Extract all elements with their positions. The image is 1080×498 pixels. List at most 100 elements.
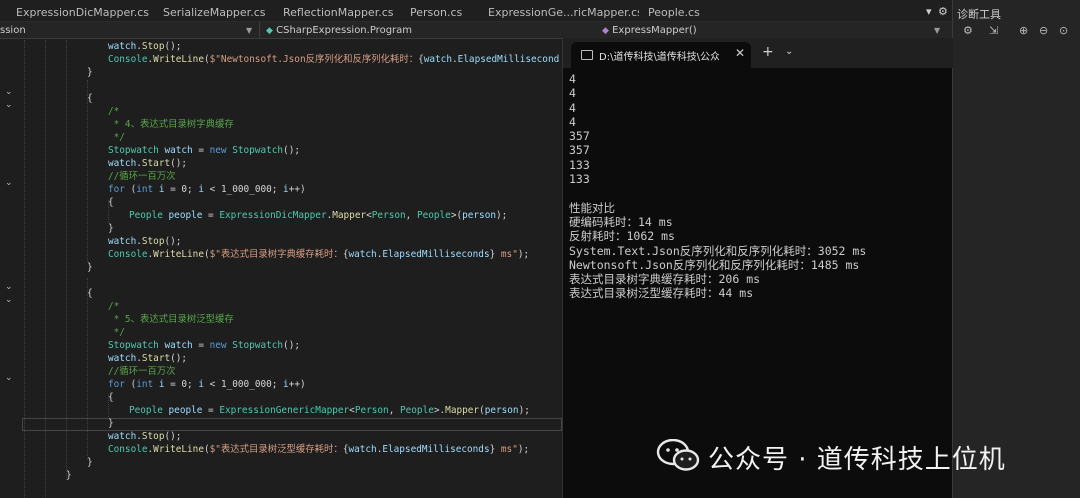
settings-icon[interactable]: ⚙ [938, 3, 948, 21]
code-token: WriteLine [153, 444, 204, 455]
code-line[interactable]: } [108, 417, 114, 430]
code-token: */ [108, 132, 125, 143]
code-token: = 0; [164, 184, 199, 195]
code-line[interactable]: People people = ExpressionGenericMapper<… [129, 404, 530, 417]
collapse-chevron-icon[interactable]: ⌄ [5, 178, 13, 188]
zoom-in-icon[interactable]: ⊕ [1019, 24, 1028, 37]
collapse-chevron-icon[interactable]: ⌄ [5, 373, 13, 383]
code-token: (); [283, 145, 300, 156]
chevron-down-icon[interactable]: ⌄ [785, 46, 793, 57]
code-token: * 5、表达式目录树泛型缓存 [108, 314, 234, 325]
code-line[interactable]: watch.Stop(); [108, 430, 181, 443]
code-line[interactable]: watch.Start(); [108, 352, 187, 365]
nav-divider [259, 22, 260, 39]
zoom-out-icon[interactable]: ⊖ [1039, 24, 1048, 37]
code-line[interactable]: Console.WriteLine($"表达式目录树泛型缓存耗时：{watch.… [108, 443, 529, 456]
code-token: Start [141, 353, 171, 364]
code-line[interactable]: Console.WriteLine($"表达式目录树字典缓存耗时：{watch.… [108, 248, 529, 261]
code-token: } [87, 67, 93, 78]
code-token: People [416, 210, 451, 221]
reset-zoom-icon[interactable]: ⊙ [1059, 24, 1068, 37]
code-token: Stopwatch [108, 145, 159, 156]
code-line[interactable]: watch.Start(); [108, 157, 187, 170]
member-dropdown-label: ExpressMapper() [612, 25, 697, 36]
code-line[interactable]: Console.WriteLine($"Newtonsoft.Json反序列化和… [108, 53, 559, 66]
code-line[interactable]: } [87, 66, 93, 79]
code-token: = [202, 210, 220, 221]
collapse-chevron-icon[interactable]: ⌄ [5, 87, 13, 97]
code-token: //循环一百万次 [108, 366, 176, 377]
new-tab-button[interactable]: + [762, 44, 774, 60]
code-token: { [87, 288, 93, 299]
code-token: Console [108, 54, 148, 65]
code-line[interactable]: { [108, 196, 114, 209]
code-line[interactable]: { [108, 391, 114, 404]
code-line[interactable]: Stopwatch watch = new Stopwatch(); [108, 144, 300, 157]
code-line[interactable]: } [66, 469, 72, 482]
tab-people[interactable]: People.cs [644, 3, 719, 22]
gear-icon[interactable]: ⚙ [963, 24, 973, 37]
code-token: ExpressionGenericMapper [219, 405, 350, 416]
code-line[interactable]: /* [108, 105, 119, 118]
code-token: ElapsedMillisecond [457, 54, 560, 65]
code-token: watch [164, 340, 193, 351]
code-line[interactable]: Stopwatch watch = new Stopwatch(); [108, 339, 300, 352]
project-dropdown[interactable]: ssion ▼ [0, 22, 255, 39]
code-line[interactable]: //循环一百万次 [108, 170, 176, 183]
watermark: 公众号 · 道传科技上位机 [656, 437, 1056, 475]
code-line[interactable]: //循环一百万次 [108, 365, 176, 378]
code-line[interactable]: for (int i = 0; i < 1_000_000; i++) [108, 183, 306, 196]
code-token: Stopwatch [108, 340, 159, 351]
terminal-tab-title: D:\道传科技\道传科技\公众号 [599, 52, 719, 63]
code-line[interactable]: for (int i = 0; i < 1_000_000; i++) [108, 378, 306, 391]
member-dropdown[interactable]: ◆ ExpressMapper() ▼ [602, 22, 950, 39]
code-token: watch [108, 41, 137, 52]
code-line[interactable]: { [87, 287, 93, 300]
code-token: watch [108, 236, 137, 247]
code-line[interactable]: } [87, 261, 93, 274]
code-token: for [108, 379, 125, 390]
tab-list-dropdown-icon[interactable]: ▾ [926, 3, 932, 21]
code-token: ( [124, 379, 137, 390]
type-dropdown[interactable]: ◆ CSharpExpression.Program [266, 22, 606, 39]
tab-serialize-mapper[interactable]: SerializeMapper.cs [159, 3, 274, 22]
code-line[interactable]: } [108, 222, 114, 235]
code-line[interactable]: */ [108, 326, 125, 339]
code-line[interactable]: } [87, 456, 93, 469]
chevron-down-icon: ▼ [246, 26, 253, 35]
code-token: (); [283, 340, 300, 351]
code-line[interactable]: watch.Stop(); [108, 40, 181, 53]
code-token: Console [108, 444, 148, 455]
tab-expression-generic-mapper[interactable]: ExpressionGe...ricMapper.cs [484, 3, 639, 22]
code-token: watch [108, 431, 137, 442]
code-token: for [108, 184, 125, 195]
code-token: ElapsedMilliseconds [382, 444, 490, 455]
tab-expression-dic-mapper[interactable]: ExpressionDicMapper.cs [12, 3, 152, 22]
code-line[interactable]: watch.Stop(); [108, 235, 181, 248]
code-token: person [484, 405, 519, 416]
code-line[interactable]: { [87, 92, 93, 105]
collapse-chevron-icon[interactable]: ⌄ [5, 295, 13, 305]
code-token: = [192, 145, 210, 156]
tab-reflection-mapper[interactable]: ReflectionMapper.cs [279, 3, 401, 22]
code-line[interactable]: * 4、表达式目录树字典缓存 [108, 118, 234, 131]
code-editor[interactable]: watch.Stop(); Console.WriteLine($"Newtons… [0, 40, 562, 498]
tab-person[interactable]: Person.cs [406, 3, 478, 22]
close-icon[interactable]: ✕ [735, 46, 745, 60]
code-line[interactable]: */ [108, 131, 125, 144]
code-line[interactable]: * 5、表达式目录树泛型缓存 [108, 313, 234, 326]
terminal-tab[interactable]: D:\道传科技\道传科技\公众号 ✕ [571, 42, 751, 68]
terminal-window[interactable]: D:\道传科技\道传科技\公众号 ✕ + ⌄ 4 4 4 4 357 357 1… [562, 38, 953, 498]
code-token: int [136, 184, 154, 195]
code-token: ); [517, 249, 530, 260]
code-line[interactable]: /* [108, 300, 119, 313]
export-icon[interactable]: ⇲ [989, 24, 998, 37]
collapse-chevron-icon[interactable]: ⌄ [5, 282, 13, 292]
code-line[interactable]: People people = ExpressionDicMapper.Mapp… [129, 209, 507, 222]
diagnostics-panel: 诊断工具 ⚙ ⇲ ⊕ ⊖ ⊙ [952, 0, 1080, 498]
code-token: /* [108, 301, 120, 312]
collapse-chevron-icon[interactable]: ⌄ [5, 100, 13, 110]
code-token: (); [164, 41, 182, 52]
code-token: } [87, 457, 93, 468]
method-icon: ◆ [602, 26, 609, 36]
